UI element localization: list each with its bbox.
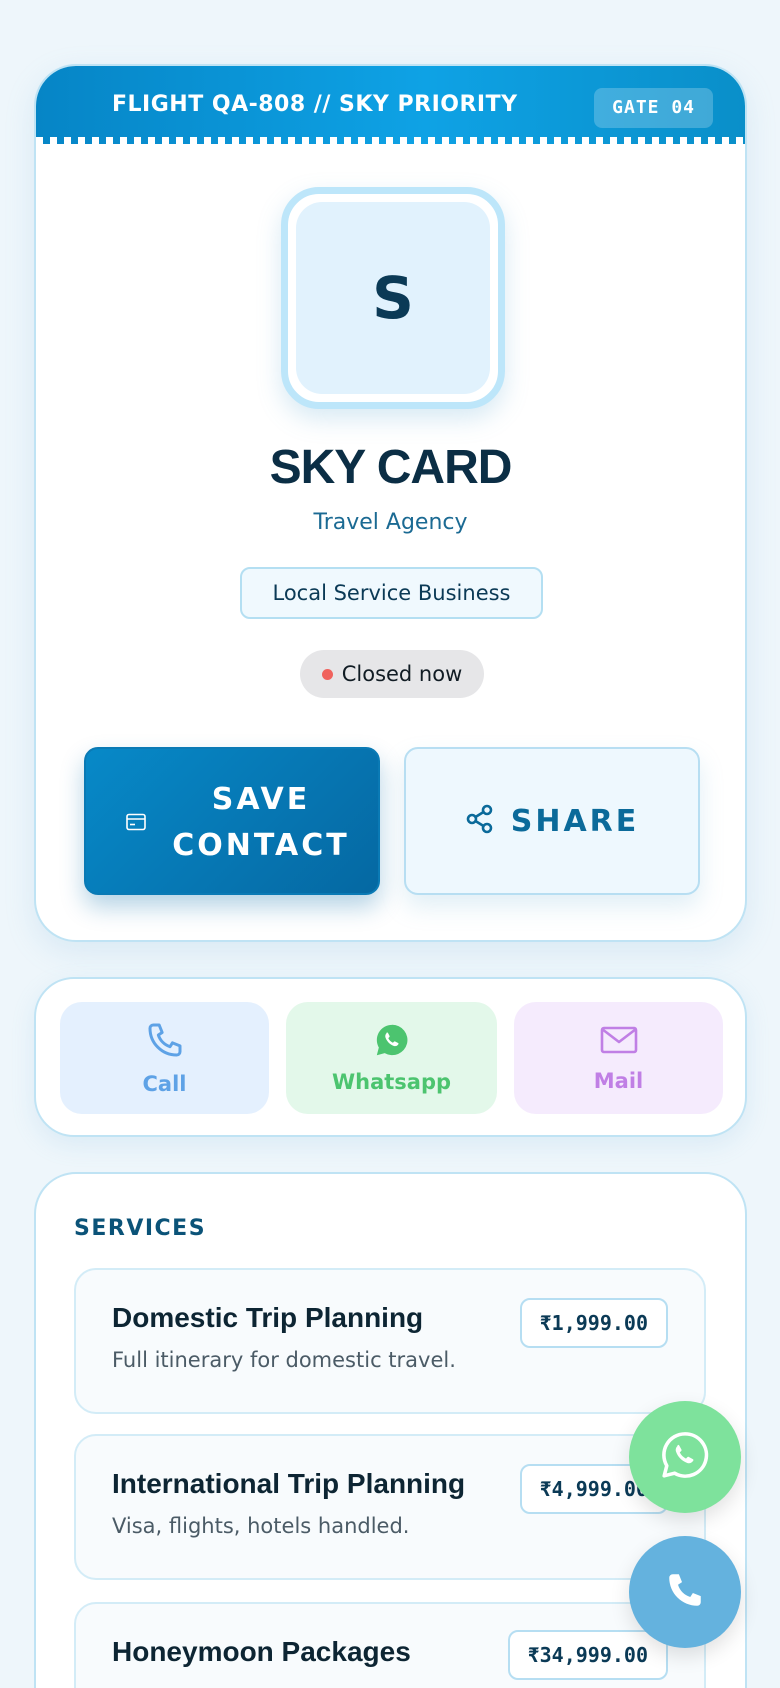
mail-label: Mail [593, 1069, 644, 1093]
price-tag: ₹34,999.00 [507, 1630, 668, 1680]
flight-title: FLIGHT QA-808 // SKY PRIORITY [112, 92, 518, 117]
gate-badge: GATE 04 [594, 88, 713, 128]
floating-whatsapp-button[interactable] [629, 1401, 741, 1513]
service-name: International Trip Planning [112, 1468, 466, 1499]
whatsapp-button[interactable]: Whatsapp [286, 1002, 497, 1114]
share-button[interactable]: SHARE [404, 747, 700, 895]
service-name: Honeymoon Packages [112, 1636, 411, 1667]
card-icon [126, 813, 146, 835]
services-title: SERVICES [74, 1216, 207, 1241]
call-button[interactable]: Call [60, 1002, 269, 1114]
avatar: S [281, 187, 505, 409]
mail-button[interactable]: Mail [514, 1002, 723, 1114]
service-name: Domestic Trip Planning [112, 1302, 424, 1333]
service-description: Visa, flights, hotels handled. [112, 1514, 410, 1538]
whatsapp-label: Whatsapp [331, 1070, 452, 1094]
phone-icon [145, 1020, 185, 1064]
share-label: SHARE [510, 803, 640, 839]
save-contact-label: SAVE CONTACT [172, 782, 350, 863]
business-card: FLIGHT QA-808 // SKY PRIORITY GATE 04 S … [34, 64, 747, 942]
whatsapp-icon [659, 1429, 711, 1485]
service-item[interactable]: International Trip Planning Visa, flight… [74, 1434, 706, 1580]
business-type-badge: Local Service Business [240, 567, 543, 619]
contact-options: Call Whatsapp Mail [34, 977, 747, 1137]
avatar-initial: S [296, 202, 490, 394]
boarding-pass-header: FLIGHT QA-808 // SKY PRIORITY GATE 04 [36, 66, 745, 144]
mail-icon [599, 1023, 639, 1061]
service-item[interactable]: Domestic Trip Planning Full itinerary fo… [74, 1268, 706, 1414]
business-name: SKY CARD [269, 441, 513, 494]
phone-icon [664, 1569, 706, 1615]
price-tag: ₹1,999.00 [519, 1298, 668, 1348]
share-icon [465, 804, 495, 838]
save-contact-button[interactable]: SAVE CONTACT [84, 747, 380, 895]
call-label: Call [142, 1072, 187, 1096]
service-description: Full itinerary for domestic travel. [112, 1348, 456, 1372]
status-dot [321, 668, 333, 680]
floating-call-button[interactable] [629, 1536, 741, 1648]
whatsapp-icon [374, 1022, 410, 1062]
status-text: Closed now [341, 662, 463, 686]
business-category: Travel Agency [313, 510, 468, 535]
status-badge: Closed now [300, 650, 484, 698]
service-item[interactable]: Honeymoon Packages ₹34,999.00 [74, 1602, 706, 1688]
